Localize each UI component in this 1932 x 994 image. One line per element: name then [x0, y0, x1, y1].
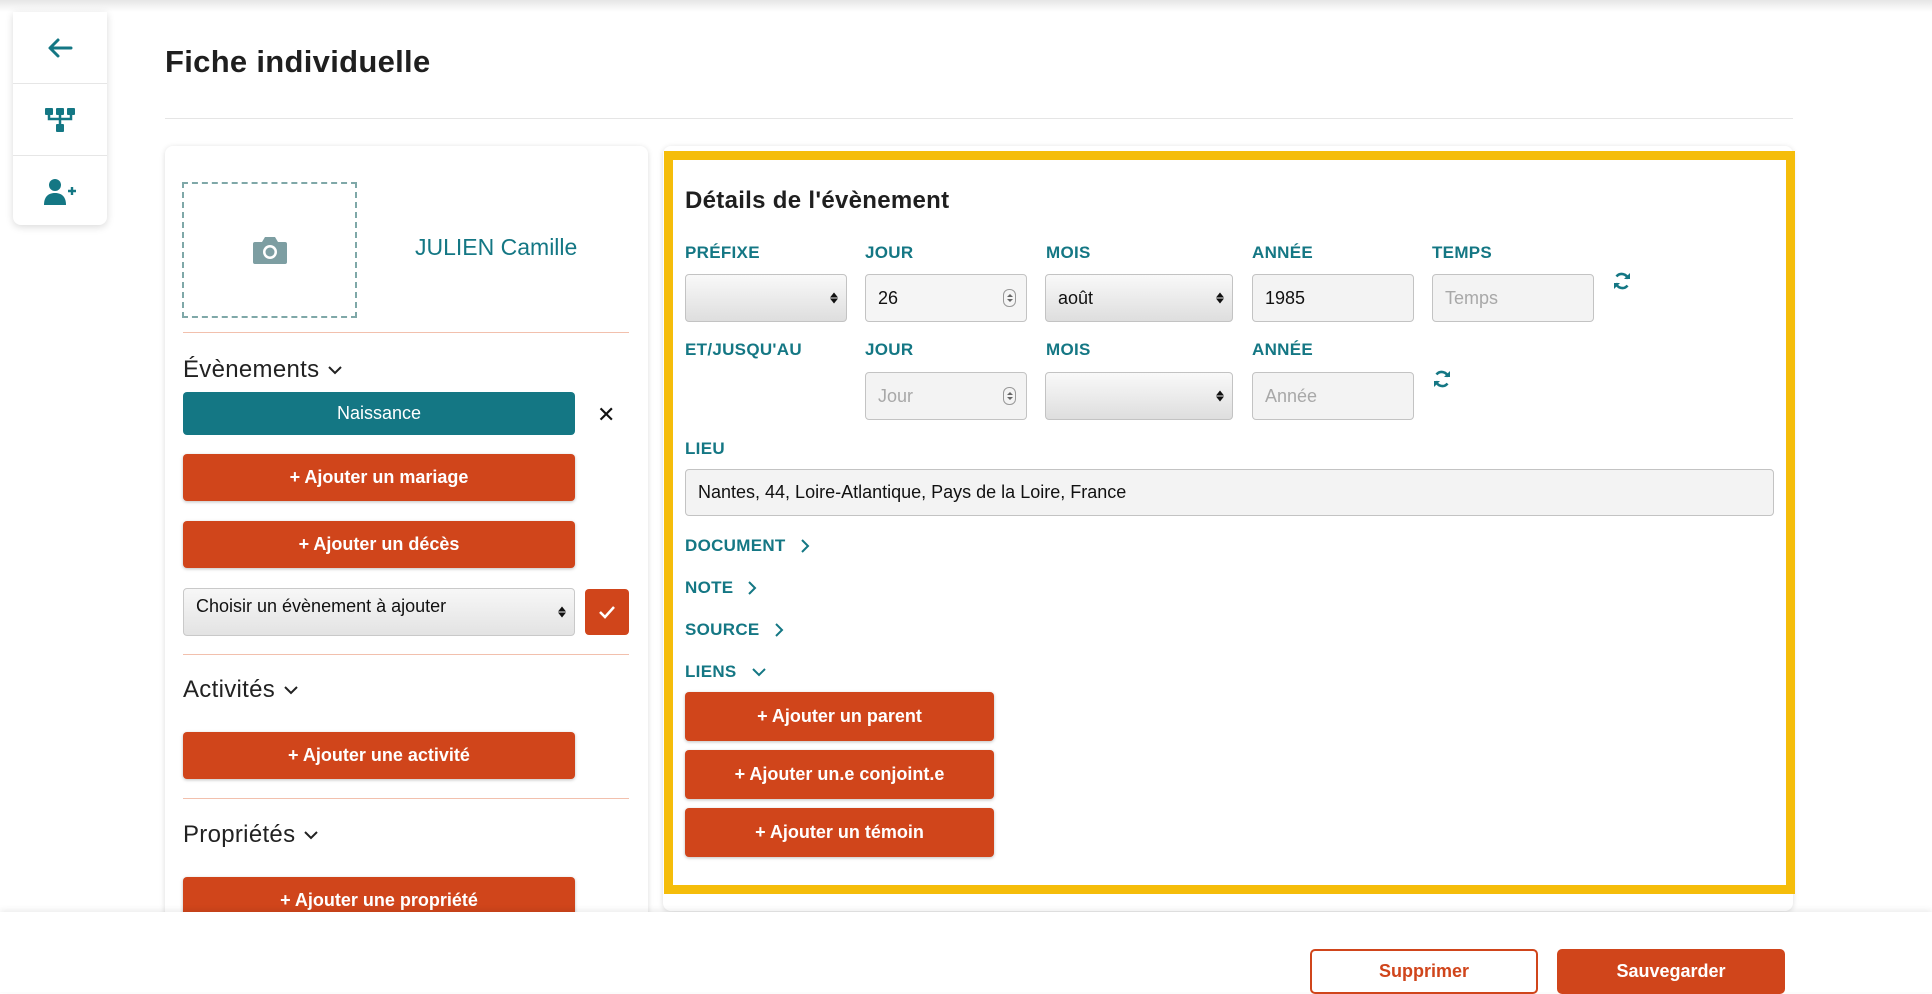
month-label: MOIS — [1046, 243, 1091, 262]
properties-section-toggle[interactable]: Propriétés — [183, 821, 319, 849]
year2-input[interactable]: Année — [1252, 372, 1414, 420]
prefix-label: PRÉFIXE — [685, 243, 760, 262]
stepper-icon[interactable] — [1003, 289, 1016, 307]
chevron-down-icon — [751, 668, 766, 677]
add-witness-button[interactable]: + Ajouter un témoin — [685, 808, 994, 857]
chevron-right-icon — [774, 623, 783, 637]
add-person-icon — [44, 179, 76, 205]
until-label: ET/JUSQU'AU — [685, 340, 802, 359]
prefix-select[interactable] — [685, 274, 847, 322]
top-shadow — [0, 0, 1932, 12]
year2-label: ANNÉE — [1252, 340, 1314, 359]
family-tree-button[interactable] — [13, 84, 107, 156]
add-marriage-button[interactable]: + Ajouter un mariage — [183, 454, 575, 501]
day-input[interactable]: 26 — [865, 274, 1027, 322]
back-button[interactable] — [13, 12, 107, 84]
person-card: JULIEN Camille Évènements Naissance ✕ + … — [165, 146, 648, 936]
delete-button[interactable]: Supprimer — [1310, 949, 1538, 994]
divider — [183, 654, 629, 655]
save-button[interactable]: Sauvegarder — [1557, 949, 1785, 994]
source-toggle[interactable]: SOURCE — [685, 620, 784, 640]
add-parent-button[interactable]: + Ajouter un parent — [685, 692, 994, 741]
divider — [183, 332, 629, 333]
page-title: Fiche individuelle — [165, 44, 431, 79]
event-naissance-tab[interactable]: Naissance — [183, 392, 575, 435]
events-heading: Évènements — [183, 356, 320, 383]
divider — [183, 798, 629, 799]
photo-placeholder[interactable] — [182, 182, 357, 318]
refresh-icon[interactable] — [1432, 369, 1452, 389]
activities-section-toggle[interactable]: Activités — [183, 676, 299, 704]
camera-icon — [252, 237, 287, 264]
day2-placeholder: Jour — [878, 385, 914, 406]
person-name: JULIEN Camille — [415, 234, 578, 260]
chevron-down-icon — [328, 366, 343, 375]
document-label: DOCUMENT — [685, 536, 786, 555]
chevron-down-icon — [304, 831, 319, 840]
add-spouse-button[interactable]: + Ajouter un.e conjoint.e — [685, 750, 994, 799]
time-input[interactable]: Temps — [1432, 274, 1594, 322]
chevron-right-icon — [800, 539, 810, 553]
month-select[interactable]: août — [1045, 274, 1233, 322]
source-label: SOURCE — [685, 620, 760, 639]
year-value: 1985 — [1265, 287, 1306, 308]
properties-heading: Propriétés — [183, 821, 296, 848]
select-arrows-icon — [558, 606, 566, 618]
events-section-toggle[interactable]: Évènements — [183, 356, 343, 384]
note-label: NOTE — [685, 578, 734, 597]
document-toggle[interactable]: DOCUMENT — [685, 536, 810, 556]
add-death-button[interactable]: + Ajouter un décès — [183, 521, 575, 568]
select-arrows-icon — [1216, 390, 1224, 402]
time-placeholder: Temps — [1445, 287, 1499, 308]
event-type-select[interactable]: Choisir un évènement à ajouter — [183, 588, 575, 636]
close-icon[interactable]: ✕ — [597, 402, 615, 428]
family-tree-icon — [45, 107, 75, 132]
place-label: LIEU — [685, 439, 725, 458]
place-value: Nantes, 44, Loire-Atlantique, Pays de la… — [698, 482, 1127, 502]
day-value: 26 — [878, 287, 899, 308]
links-toggle[interactable]: LIENS — [685, 662, 767, 682]
time-label: TEMPS — [1432, 243, 1493, 262]
add-activity-button[interactable]: + Ajouter une activité — [183, 732, 575, 779]
select-arrows-icon — [830, 292, 838, 304]
title-divider — [165, 118, 1793, 119]
year2-placeholder: Année — [1265, 385, 1318, 406]
select-arrows-icon — [1216, 292, 1224, 304]
refresh-icon[interactable] — [1612, 271, 1632, 291]
event-details-title: Détails de l'évènement — [685, 187, 950, 214]
arrow-left-icon — [48, 38, 73, 57]
event-type-select-value: Choisir un évènement à ajouter — [196, 596, 447, 616]
day2-label: JOUR — [865, 340, 914, 359]
note-toggle[interactable]: NOTE — [685, 578, 757, 598]
side-toolbar — [13, 12, 107, 225]
stepper-icon[interactable] — [1003, 387, 1016, 405]
month2-select[interactable] — [1045, 372, 1233, 420]
check-icon — [599, 606, 615, 619]
month2-label: MOIS — [1046, 340, 1091, 359]
confirm-event-button[interactable] — [585, 589, 629, 635]
activities-heading: Activités — [183, 676, 276, 703]
year-label: ANNÉE — [1252, 243, 1314, 262]
month-value: août — [1058, 287, 1094, 308]
day2-input[interactable]: Jour — [865, 372, 1027, 420]
links-label: LIENS — [685, 662, 737, 681]
place-input[interactable]: Nantes, 44, Loire-Atlantique, Pays de la… — [685, 469, 1774, 516]
year-input[interactable]: 1985 — [1252, 274, 1414, 322]
chevron-down-icon — [284, 686, 298, 695]
chevron-right-icon — [748, 581, 757, 595]
day-label: JOUR — [865, 243, 914, 262]
add-person-button[interactable] — [13, 156, 107, 228]
